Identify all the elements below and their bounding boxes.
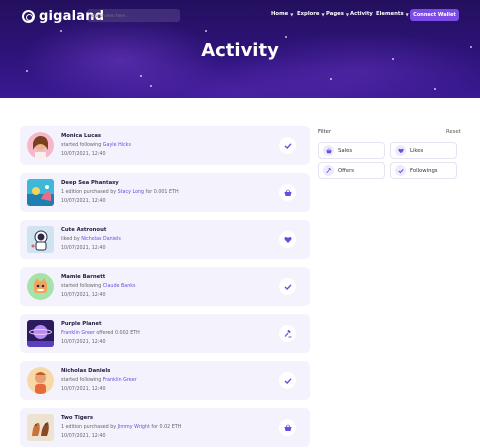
user-link[interactable]: Claude Banks (103, 284, 136, 289)
activity-desc: started following Franklin Greer (61, 378, 137, 383)
chevron-down-icon: ▼ (345, 11, 349, 17)
nav-label: Explore (297, 11, 320, 17)
activity-desc: 1 edition purchased by Stacy Long for 0.… (61, 190, 179, 195)
activity-title: Purple Planet (61, 321, 102, 327)
connect-wallet-button[interactable]: Connect Wallet (410, 9, 459, 21)
chevron-down-icon: ▼ (290, 11, 294, 17)
activity-desc: started following Claude Banks (61, 284, 136, 289)
activity-item[interactable]: Mamie Barnett started following Claude B… (20, 267, 310, 306)
nav-elements[interactable]: Elements ▼ (376, 11, 409, 17)
filter-heading: Filter (318, 129, 332, 135)
activity-date: 10/07/2021, 12:40 (61, 387, 106, 392)
nav-label: Home (271, 11, 289, 17)
filter-followings-button[interactable]: Followings (390, 162, 457, 179)
activity-date: 10/07/2021, 12:40 (61, 152, 106, 157)
chevron-down-icon: ▼ (321, 11, 325, 17)
activity-desc: Franklin Greer offered 0.002 ETH (61, 331, 140, 336)
gavel-icon (323, 165, 334, 176)
activity-item[interactable]: Nicholas Daniels started following Frank… (20, 361, 310, 400)
nav-pages[interactable]: Pages ▼ (326, 11, 349, 17)
search-input[interactable] (87, 9, 180, 22)
filter-label: Offers (338, 167, 355, 174)
filter-label: Followings (410, 167, 438, 174)
heart-icon (395, 145, 406, 156)
filter-offers-button[interactable]: Offers (318, 162, 385, 179)
basket-icon (279, 419, 296, 436)
activity-date: 10/07/2021, 12:40 (61, 293, 106, 298)
nft-thumbnail (27, 226, 54, 253)
activity-item[interactable]: Deep Sea Phantasy 1 edition purchased by… (20, 173, 310, 212)
avatar (27, 273, 54, 300)
logo-icon (22, 10, 35, 23)
activity-date: 10/07/2021, 12:40 (61, 340, 106, 345)
activity-title: Monica Lucas (61, 133, 102, 139)
user-link[interactable]: Jimmy Wright (118, 425, 150, 430)
filter-sales-button[interactable]: Sales (318, 142, 385, 159)
check-icon (279, 372, 296, 389)
nft-thumbnail (27, 320, 54, 347)
gavel-icon (279, 325, 296, 342)
activity-item[interactable]: Cute Astronout liked by Nicholas Daniels… (20, 220, 310, 259)
user-link[interactable]: Franklin Greer (61, 331, 95, 336)
activity-title: Two Tigers (61, 415, 93, 421)
page-header: gigaland Home ▼ Explore ▼ Pages ▼ Activi… (0, 0, 480, 98)
nav-label: Pages (326, 11, 344, 17)
basket-icon (323, 145, 334, 156)
user-link[interactable]: Franklin Greer (103, 378, 137, 383)
user-link[interactable]: Nicholas Daniels (81, 237, 121, 242)
filter-label: Sales (338, 147, 353, 154)
activity-item[interactable]: Monica Lucas started following Gayle Hic… (20, 126, 310, 165)
nav-explore[interactable]: Explore ▼ (297, 11, 325, 17)
activity-desc: liked by Nicholas Daniels (61, 237, 121, 242)
nft-thumbnail (27, 179, 54, 206)
activity-item[interactable]: Purple Planet Franklin Greer offered 0.0… (20, 314, 310, 353)
check-icon (395, 165, 406, 176)
filter-likes-button[interactable]: Likes (390, 142, 457, 159)
user-link[interactable]: Gayle Hicks (103, 143, 131, 148)
activity-date: 10/07/2021, 12:40 (61, 434, 106, 439)
activity-date: 10/07/2021, 12:40 (61, 246, 106, 251)
nav-label: Elements (376, 11, 404, 17)
page-title: Activity (201, 40, 279, 61)
chevron-down-icon: ▼ (405, 11, 409, 17)
nav-activity[interactable]: Activity (350, 11, 373, 17)
activity-desc: 1 edition purchased by Jimmy Wright for … (61, 425, 182, 430)
check-icon (279, 278, 296, 295)
basket-icon (279, 184, 296, 201)
nav-home[interactable]: Home ▼ (271, 11, 293, 17)
activity-title: Deep Sea Phantasy (61, 180, 119, 186)
avatar (27, 132, 54, 159)
user-link[interactable]: Stacy Long (118, 190, 144, 195)
nft-thumbnail (27, 414, 54, 441)
nav-label: Activity (350, 11, 373, 17)
activity-desc: started following Gayle Hicks (61, 143, 131, 148)
filter-label: Likes (410, 147, 424, 154)
check-icon (279, 137, 296, 154)
reset-button[interactable]: Reset (446, 129, 461, 135)
heart-icon (279, 231, 296, 248)
activity-title: Mamie Barnett (61, 274, 106, 280)
activity-title: Cute Astronout (61, 227, 107, 233)
activity-item[interactable]: Two Tigers 1 edition purchased by Jimmy … (20, 408, 310, 447)
activity-date: 10/07/2021, 12:40 (61, 199, 106, 204)
activity-title: Nicholas Daniels (61, 368, 111, 374)
avatar (27, 367, 54, 394)
